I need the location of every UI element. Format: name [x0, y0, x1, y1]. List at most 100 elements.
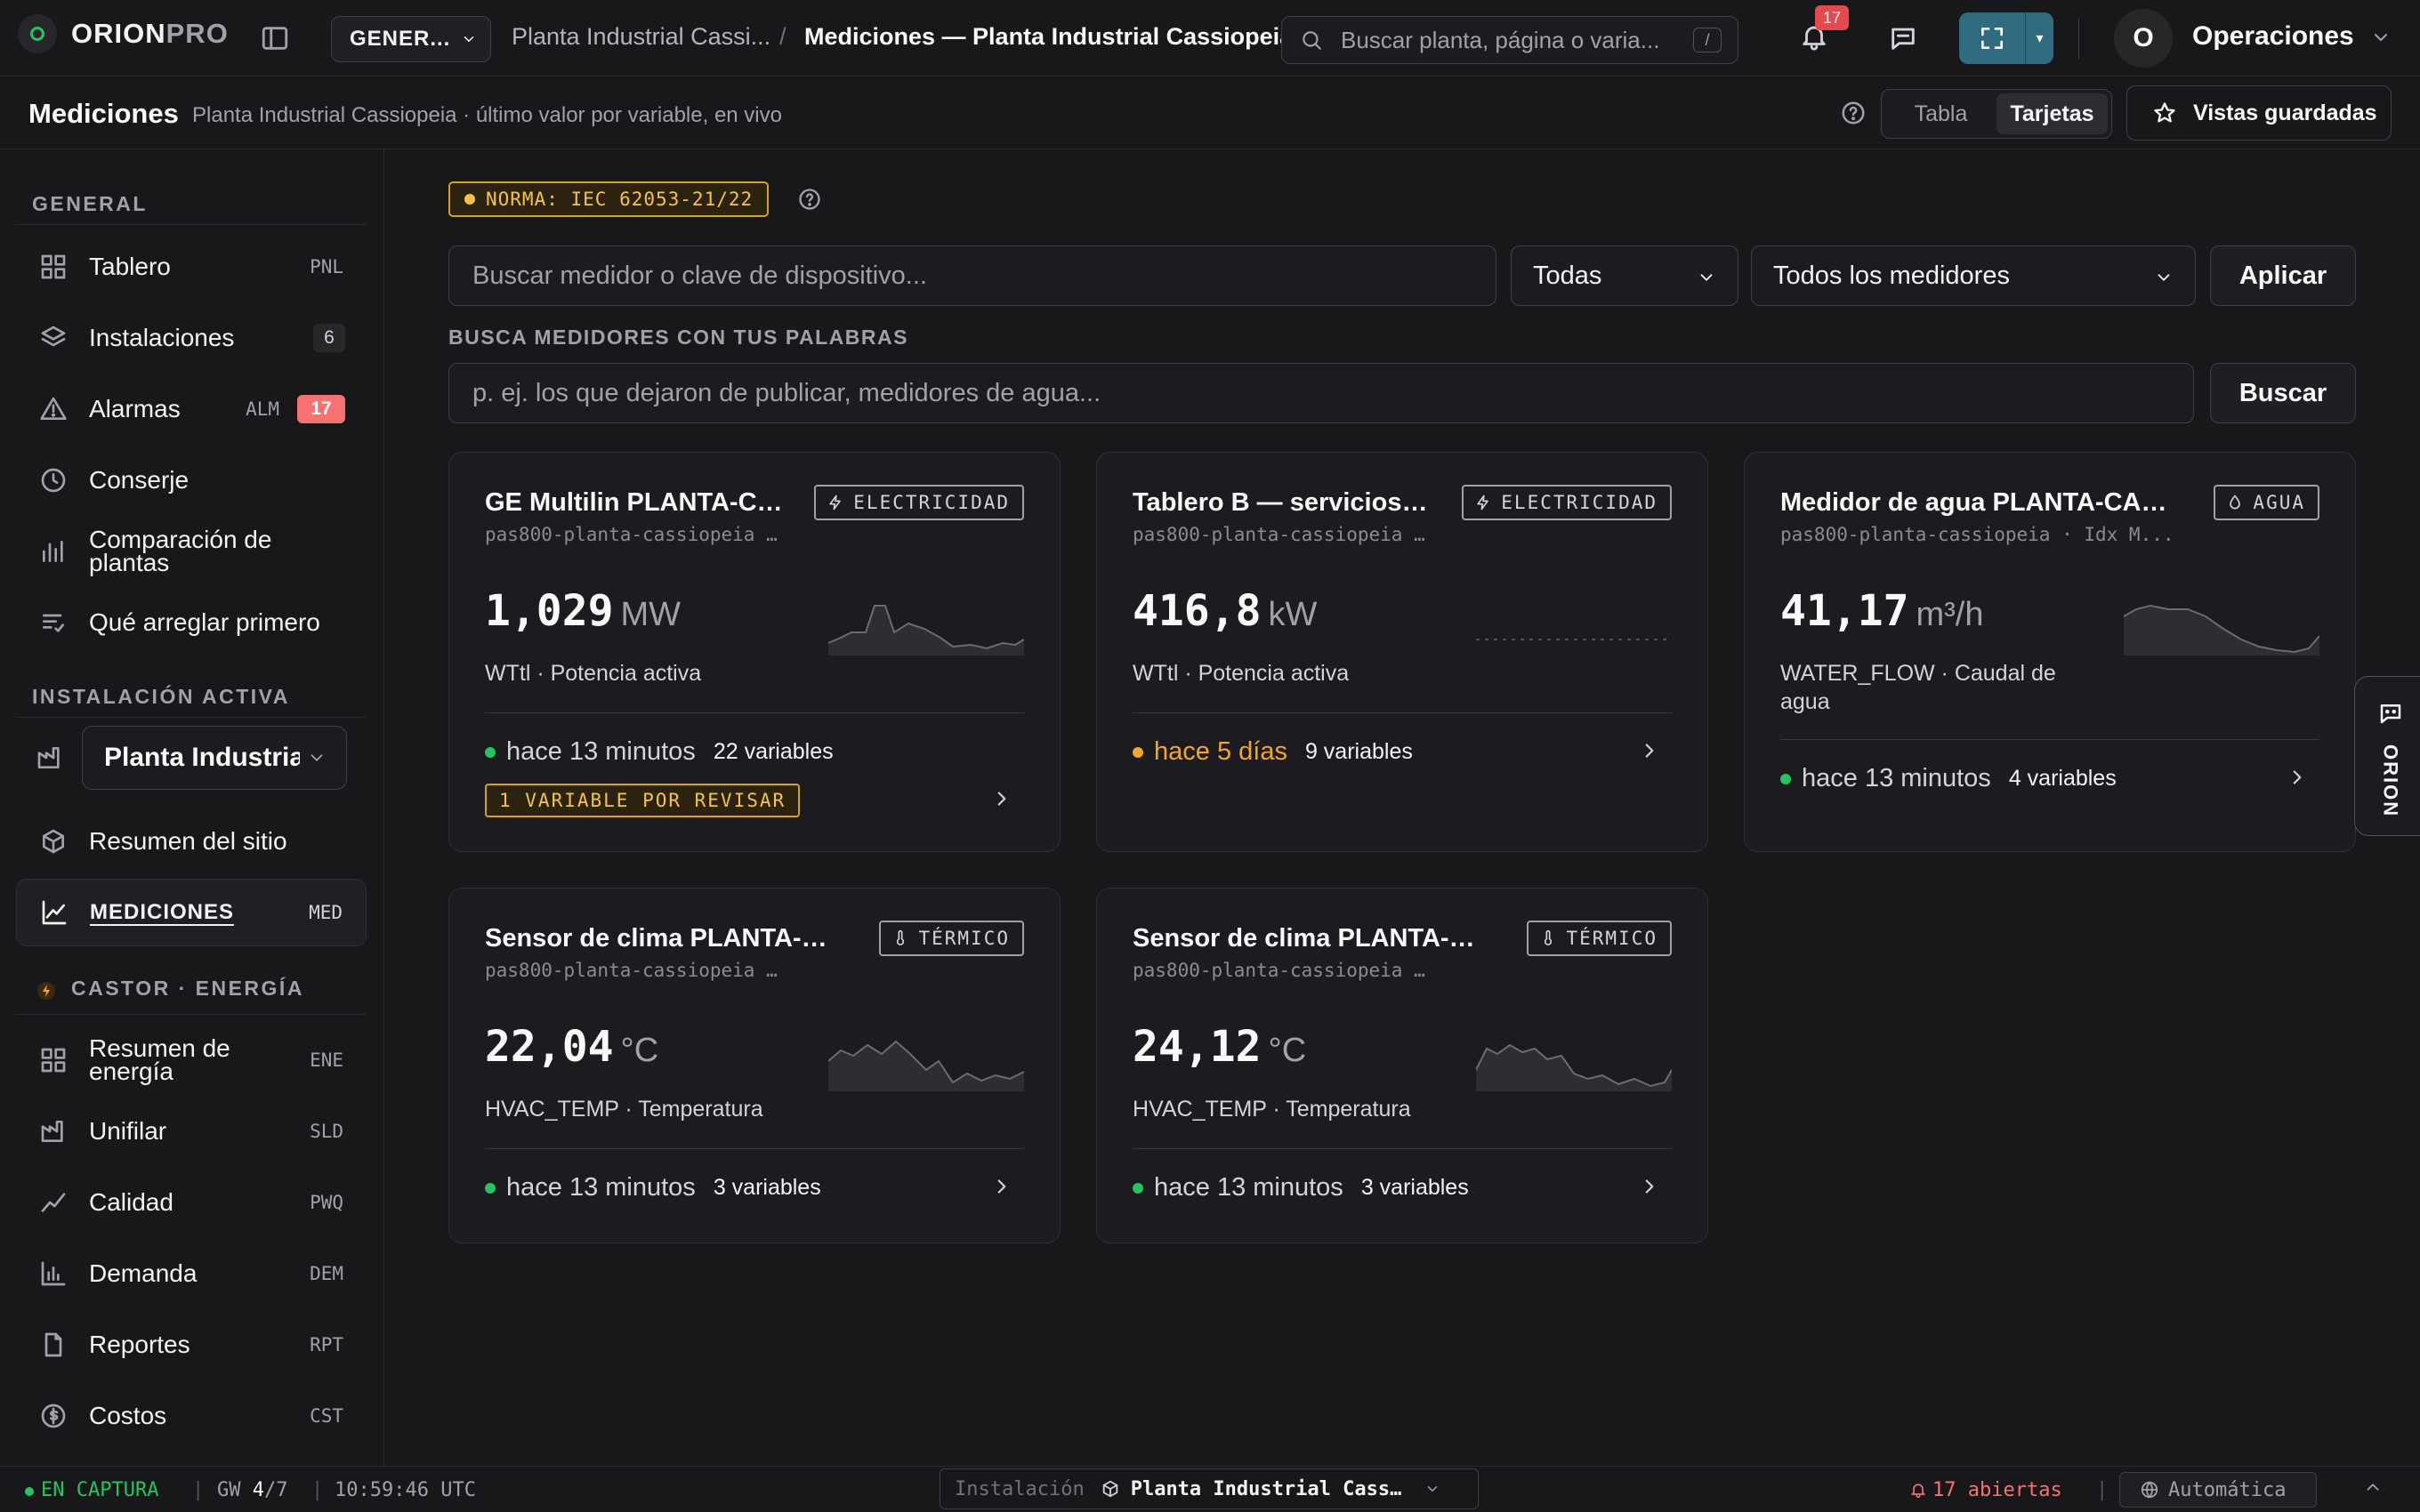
meter-search-input[interactable]: Buscar medidor o clave de dispositivo...: [448, 245, 1496, 306]
fullscreen-menu-caret-icon[interactable]: ▾: [2025, 12, 2053, 64]
meter-status: hace 5 días 9 variables: [1133, 737, 1413, 767]
section-heading-active-installation: INSTALACIÓN ACTIVA: [32, 685, 290, 708]
logo-icon[interactable]: [18, 14, 57, 53]
breadcrumb-parent[interactable]: Planta Industrial Cassi...: [512, 23, 770, 51]
user-menu[interactable]: Operaciones: [2192, 21, 2354, 52]
tab-table[interactable]: Tabla: [1885, 93, 1996, 134]
top-bar: ORIONPRO GENER... Planta Industrial Cass…: [0, 0, 2420, 76]
workspace-label: GENER...: [350, 27, 451, 51]
workspace-selector[interactable]: GENER...: [331, 16, 491, 62]
page-header: Mediciones Planta Industrial Cassiopeia …: [0, 76, 2420, 149]
sparkline: [2124, 599, 2319, 655]
sidebar-item-single-line[interactable]: Unifilar SLD: [16, 1099, 367, 1163]
help-icon[interactable]: [1840, 100, 1867, 126]
type-filter-select[interactable]: Todas: [1511, 245, 1738, 306]
alarm-count-badge: 17: [297, 395, 345, 423]
chevron-down-icon: [1427, 1486, 1437, 1492]
search-shortcut: /: [1693, 28, 1722, 52]
grid-icon: [36, 253, 71, 281]
chevron-down-icon: [2158, 274, 2170, 281]
meter-card[interactable]: Medidor de agua PLANTA-CASSIOPEIA AGUA p…: [1744, 452, 2356, 852]
meter-value: 24,12 °C: [1133, 1022, 1307, 1072]
apply-button[interactable]: Aplicar: [2210, 245, 2356, 306]
chevron-right-icon[interactable]: [2286, 766, 2309, 789]
sidebar-item-demand[interactable]: Demanda DEM: [16, 1242, 367, 1306]
mode-selector[interactable]: Automática: [2119, 1472, 2317, 1508]
user-name: Operaciones: [2192, 21, 2354, 51]
saved-views-label: Vistas guardadas: [2193, 100, 2377, 125]
installation-switcher[interactable]: Instalación Planta Industrial Cassiopeia: [940, 1468, 1479, 1509]
sidebar-item-reports[interactable]: Reportes RPT: [16, 1313, 367, 1377]
active-plant-label: Planta Industrial Cassiopeia: [104, 743, 300, 772]
chevron-right-icon[interactable]: [1638, 1175, 1661, 1198]
sidebar-item-quality[interactable]: Calidad PWQ: [16, 1170, 367, 1235]
page-subtitle: Planta Industrial Cassiopeia · último va…: [192, 103, 782, 127]
sidebar-toggle-icon[interactable]: [260, 23, 290, 53]
chevron-right-icon[interactable]: [990, 787, 1013, 810]
lightning-icon: [1477, 495, 1489, 511]
meter-value: 22,04 °C: [485, 1022, 659, 1072]
meter-card[interactable]: GE Multilin PLANTA-CASSIOPEIA ELECTRICID…: [448, 452, 1061, 852]
meter-device-id: pas800-planta-cassiopeia · Idx: [485, 524, 782, 545]
sidebar-item-plant-comparison[interactable]: Comparación de plantas: [16, 519, 367, 583]
meter-filter-select[interactable]: Todos los medidores: [1751, 245, 2196, 306]
list-check-icon: [36, 608, 71, 637]
meter-title: Sensor de clima PLANTA-CASSIOPEIA: [485, 924, 841, 953]
meter-type-badge: TÉRMICO: [1527, 921, 1672, 956]
meter-card[interactable]: Sensor de clima PLANTA-CASSIOPEIA TÉRMIC…: [1096, 888, 1708, 1243]
orion-tab-label: ORION: [2379, 744, 2402, 818]
orion-assistant-tab[interactable]: ORION: [2354, 676, 2420, 836]
sidebar-item-costs[interactable]: Costos CST: [16, 1384, 367, 1448]
fullscreen-icon[interactable]: [1959, 12, 2025, 64]
chevron-down-icon[interactable]: [2370, 27, 2392, 48]
lightning-icon: [829, 495, 842, 511]
open-alerts[interactable]: 17 abiertas: [1909, 1479, 2062, 1501]
avatar[interactable]: O: [2114, 9, 2173, 68]
sidebar-item-installations[interactable]: Instalaciones 6: [16, 306, 367, 370]
factory-icon: [36, 1117, 71, 1146]
chat-icon[interactable]: [1888, 23, 1918, 53]
sidebar-item-alarms[interactable]: Alarmas ALM 17: [16, 377, 367, 441]
meter-variable: HVAC_TEMP · Temperatura: [1133, 1097, 1411, 1122]
global-search-input[interactable]: Buscar planta, página o varia... /: [1281, 16, 1738, 64]
active-plant-selector[interactable]: Planta Industrial Cassiopeia: [82, 726, 347, 790]
fullscreen-button[interactable]: ▾: [1959, 12, 2053, 64]
droplet-icon: [2230, 495, 2241, 510]
help-icon[interactable]: [797, 187, 822, 212]
sidebar-item-concierge[interactable]: Conserje: [16, 448, 367, 512]
meter-status: hace 13 minutos 22 variables: [485, 737, 834, 767]
warning-icon: [36, 395, 71, 423]
sidebar-item-measurements[interactable]: MEDICIONES MED: [16, 879, 367, 946]
meter-card[interactable]: Sensor de clima PLANTA-CASSIOPEIA TÉRMIC…: [448, 888, 1061, 1243]
meter-variable: HVAC_TEMP · Temperatura: [485, 1097, 763, 1122]
chevron-down-icon: [1700, 274, 1713, 281]
meter-card[interactable]: Tablero B — servicios generales ELECTRIC…: [1096, 452, 1708, 852]
tab-cards[interactable]: Tarjetas: [1996, 93, 2108, 134]
sidebar-item-energy-summary[interactable]: Resumen de energía ENE: [16, 1028, 367, 1092]
meter-variable: WATER_FLOW · Caudal de agua: [1780, 661, 2056, 714]
cube-icon: [36, 827, 71, 856]
chevron-right-icon[interactable]: [990, 1175, 1013, 1198]
sidebar-item-fix-first[interactable]: Qué arreglar primero: [16, 591, 367, 655]
sidebar-item-dashboard[interactable]: Tablero PNL: [16, 235, 367, 299]
standard-badge: NORMA: IEC 62053-21/22: [448, 181, 770, 217]
search-button[interactable]: Buscar: [2210, 363, 2356, 423]
chevron-down-icon: [464, 36, 474, 42]
saved-views-button[interactable]: Vistas guardadas: [2126, 85, 2392, 141]
sidebar-item-site-summary[interactable]: Resumen del sitio: [16, 809, 367, 873]
chevron-up-icon[interactable]: [2363, 1477, 2383, 1497]
view-toggle: Tabla Tarjetas: [1881, 89, 2112, 139]
energy-module-icon: [36, 980, 57, 1001]
chevron-right-icon[interactable]: [1638, 739, 1661, 762]
capture-status: EN CAPTURA: [25, 1479, 158, 1501]
meter-value: 41,17 m³/h: [1780, 586, 1984, 636]
sparkline: [828, 599, 1024, 655]
natural-search-input[interactable]: p. ej. los que dejaron de publicar, medi…: [448, 363, 2194, 423]
review-badge[interactable]: 1 VARIABLE POR REVISAR: [485, 784, 801, 817]
thermometer-icon: [897, 929, 905, 945]
sparkline: [1476, 1034, 1672, 1091]
sparkline: [828, 1034, 1024, 1091]
globe-icon: [2141, 1481, 2158, 1499]
sidebar: GENERAL Tablero PNL Instalaciones 6 Alar…: [0, 149, 384, 1466]
assistant-chat-icon: [2380, 704, 2400, 724]
